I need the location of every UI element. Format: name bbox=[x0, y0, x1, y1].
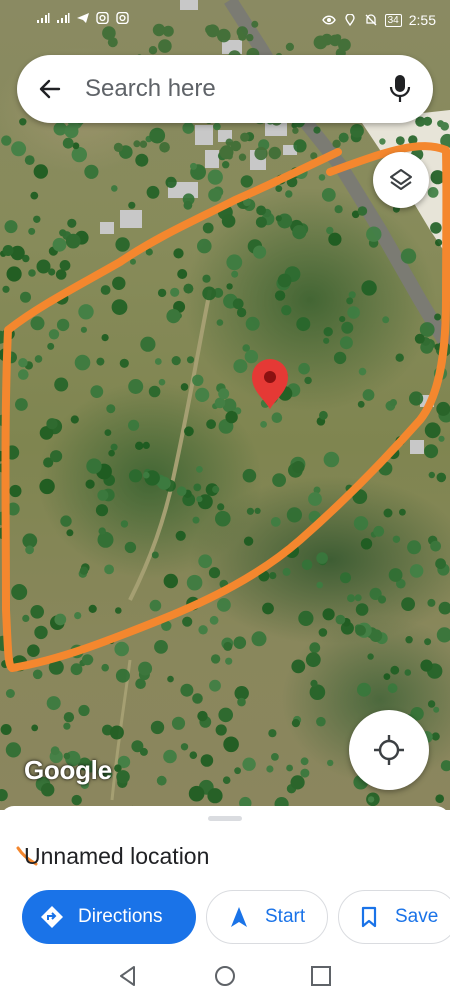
directions-label: Directions bbox=[78, 906, 163, 927]
location-pin-icon[interactable] bbox=[252, 359, 288, 409]
crosshair-icon bbox=[374, 735, 404, 765]
status-left-icons bbox=[36, 12, 130, 24]
layers-icon bbox=[390, 169, 412, 190]
battery-icon: 34 bbox=[384, 13, 402, 27]
bell-off-icon bbox=[365, 14, 377, 26]
place-title: Unnamed location bbox=[24, 843, 210, 869]
drag-handle[interactable] bbox=[208, 816, 242, 821]
my-location-button[interactable] bbox=[349, 710, 429, 790]
directions-icon bbox=[41, 906, 63, 928]
home-circle-icon[interactable] bbox=[213, 964, 237, 988]
back-triangle-icon[interactable] bbox=[116, 964, 140, 988]
search-input[interactable]: Search here bbox=[85, 75, 216, 103]
layers-button[interactable] bbox=[373, 152, 429, 208]
system-nav-bar bbox=[0, 950, 450, 1000]
google-watermark: Google bbox=[24, 755, 112, 785]
back-arrow-icon[interactable] bbox=[37, 76, 63, 102]
start-button[interactable]: Start bbox=[206, 890, 328, 944]
location-icon bbox=[344, 14, 355, 26]
instagram-icon bbox=[96, 12, 109, 24]
save-button[interactable]: Save bbox=[338, 890, 450, 944]
instagram-icon bbox=[116, 12, 129, 24]
action-buttons: Directions Start Save bbox=[22, 890, 450, 944]
directions-button[interactable]: Directions bbox=[22, 890, 196, 944]
status-right-icons: 34 2:55 bbox=[321, 12, 436, 28]
navigation-arrow-icon bbox=[231, 907, 247, 927]
signal-icon bbox=[57, 13, 70, 23]
status-time: 2:55 bbox=[408, 12, 436, 28]
telegram-icon bbox=[77, 13, 89, 23]
recents-square-icon[interactable] bbox=[309, 964, 333, 988]
save-label: Save bbox=[395, 906, 439, 927]
start-label: Start bbox=[265, 906, 306, 927]
microphone-icon[interactable] bbox=[389, 74, 411, 104]
status-bar: 34 2:55 bbox=[0, 0, 450, 42]
bookmark-icon bbox=[361, 906, 377, 928]
search-bar[interactable]: Search here bbox=[17, 55, 433, 123]
eye-icon bbox=[321, 15, 336, 25]
signal-icon bbox=[37, 13, 50, 23]
